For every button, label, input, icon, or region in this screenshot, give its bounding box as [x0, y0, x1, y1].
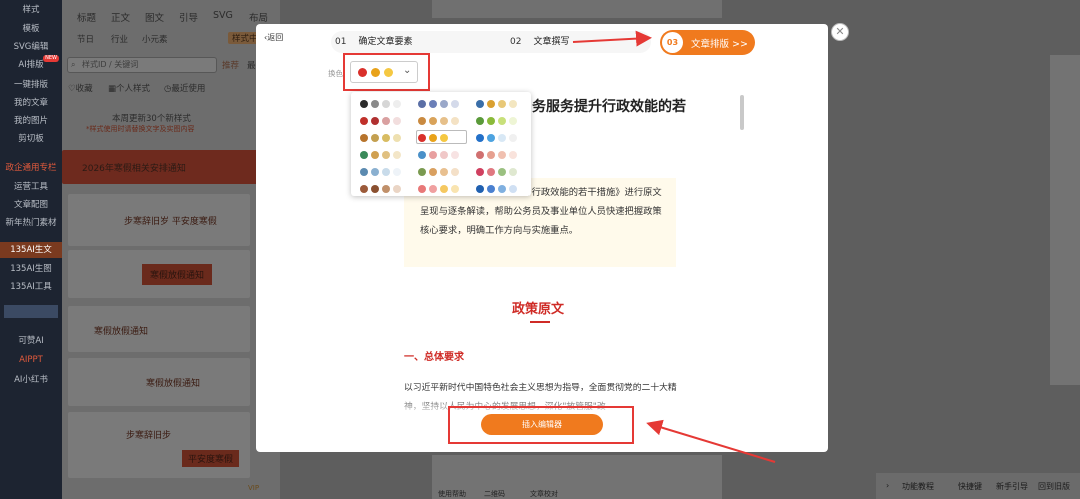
- arrow: [572, 30, 652, 47]
- arrow: [646, 419, 776, 463]
- annotation-arrows: [572, 30, 776, 463]
